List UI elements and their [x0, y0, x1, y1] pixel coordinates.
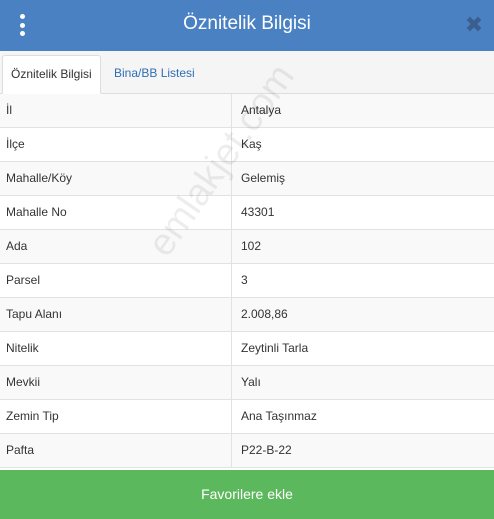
row-value: 43301 — [241, 205, 275, 219]
row-value: Antalya — [241, 103, 282, 117]
table-row: İl Antalya — [0, 94, 494, 128]
table-row: İlçe Kaş — [0, 128, 494, 162]
table-row: Mahalle No 43301 — [0, 196, 494, 230]
row-value: 3 — [241, 273, 248, 287]
table-row: Zemin Tip Ana Taşınmaz — [0, 400, 494, 434]
row-label: Mahalle/Köy — [0, 162, 232, 195]
row-label: Zemin Tip — [0, 400, 232, 433]
row-value: Yalı — [241, 375, 261, 389]
add-to-favorites-button[interactable]: Favorilere ekle — [0, 470, 494, 519]
attribute-table: İl Antalya İlçe Kaş Mahalle/Köy Gelemiş … — [0, 94, 494, 468]
tab-bar: Öznitelik Bilgisi Bina/BB Listesi — [0, 51, 494, 94]
row-value: Gelemiş — [241, 171, 286, 185]
close-icon[interactable]: ✖ — [464, 12, 484, 38]
table-row: Nitelik Zeytinli Tarla — [0, 332, 494, 366]
header-bar: Öznitelik Bilgisi ✖ — [0, 0, 494, 51]
row-label: Mahalle No — [0, 196, 232, 229]
row-label: İlçe — [0, 128, 232, 161]
row-label: Parsel — [0, 264, 232, 297]
row-label: Tapu Alanı — [0, 298, 232, 331]
row-label: Nitelik — [0, 332, 232, 365]
table-row: Ada 102 — [0, 230, 494, 264]
page-title: Öznitelik Bilgisi — [183, 13, 311, 34]
row-value: Kaş — [241, 137, 262, 151]
row-label: Mevkii — [0, 366, 232, 399]
row-label: Ada — [0, 230, 232, 263]
row-label: İl — [0, 94, 232, 127]
table-row: Parsel 3 — [0, 264, 494, 298]
row-label: Pafta — [0, 434, 232, 467]
row-value: Zeytinli Tarla — [241, 341, 309, 355]
row-value: 102 — [241, 239, 262, 253]
row-value: 2.008,86 — [241, 307, 288, 321]
table-row: Pafta P22-B-22 — [0, 434, 494, 468]
table-row: Mahalle/Köy Gelemiş — [0, 162, 494, 196]
tab-bina-bb-listesi[interactable]: Bina/BB Listesi — [104, 55, 205, 92]
row-value: Ana Taşınmaz — [241, 409, 317, 423]
tab-oznitelik-bilgisi[interactable]: Öznitelik Bilgisi — [2, 55, 101, 94]
table-row: Tapu Alanı 2.008,86 — [0, 298, 494, 332]
row-value: P22-B-22 — [241, 443, 292, 457]
table-row: Mevkii Yalı — [0, 366, 494, 400]
